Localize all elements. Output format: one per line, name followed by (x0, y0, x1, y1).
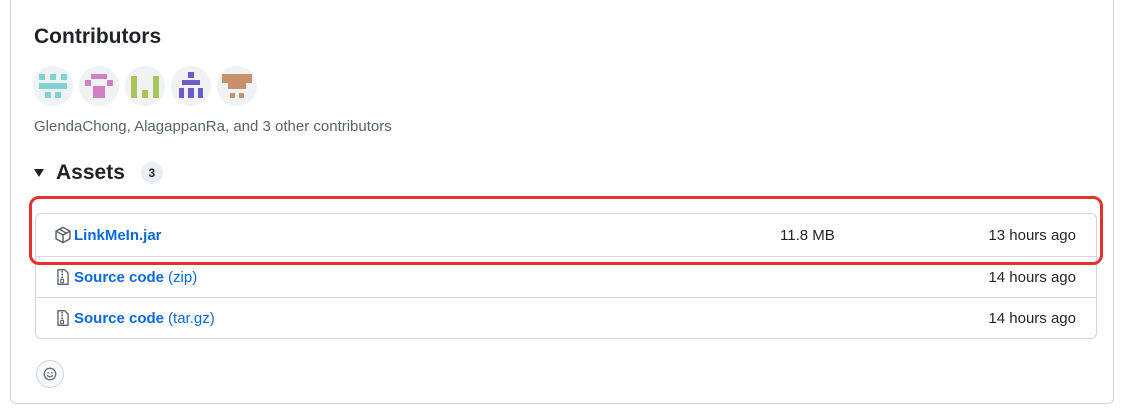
contributors-heading: Contributors (34, 25, 162, 48)
contributor-avatar-3[interactable] (125, 66, 165, 106)
identicon-avatar (33, 66, 73, 106)
assets-heading: Assets (56, 161, 125, 184)
package-icon (55, 226, 71, 244)
asset-timestamp: 14 hours ago (988, 309, 1076, 327)
asset-size: 11.8 MB (780, 226, 835, 244)
asset-name: Source code (74, 268, 165, 286)
asset-format: (zip) (168, 268, 198, 286)
asset-name: LinkMeIn.jar (74, 226, 162, 244)
asset-link-jar[interactable]: LinkMeIn.jar (54, 226, 162, 244)
identicon-avatar (217, 66, 257, 106)
asset-link-source-zip[interactable]: Source code (zip) (54, 268, 197, 286)
assets-list: LinkMeIn.jar 11.8 MB 13 hours ago Source… (35, 213, 1097, 339)
release-card (10, 0, 1114, 404)
contributor-avatars (33, 66, 257, 106)
add-reaction-button[interactable] (36, 360, 64, 388)
identicon-avatar (125, 66, 165, 106)
assets-toggle[interactable]: Assets 3 (34, 161, 163, 185)
asset-timestamp: 14 hours ago (988, 268, 1076, 286)
contributors-summary: GlendaChong, AlagappanRa, and 3 other co… (34, 118, 392, 135)
file-zip-icon (57, 269, 69, 285)
assets-count-badge: 3 (140, 162, 163, 184)
asset-name: Source code (74, 309, 165, 327)
file-zip-icon (57, 310, 69, 326)
caret-down-icon (34, 169, 44, 177)
identicon-avatar (171, 66, 211, 106)
asset-row: Source code (tar.gz) 14 hours ago (36, 297, 1096, 338)
contributor-avatar-1[interactable] (33, 66, 73, 106)
contributor-avatar-4[interactable] (171, 66, 211, 106)
asset-format: (tar.gz) (168, 309, 215, 327)
smiley-icon (43, 367, 57, 381)
contributor-avatar-2[interactable] (79, 66, 119, 106)
asset-row: Source code (zip) 14 hours ago (36, 256, 1096, 297)
identicon-avatar (79, 66, 119, 106)
contributor-avatar-5[interactable] (217, 66, 257, 106)
asset-row: LinkMeIn.jar 11.8 MB 13 hours ago (36, 214, 1096, 256)
asset-timestamp: 13 hours ago (988, 226, 1076, 244)
asset-link-source-targz[interactable]: Source code (tar.gz) (54, 309, 215, 327)
